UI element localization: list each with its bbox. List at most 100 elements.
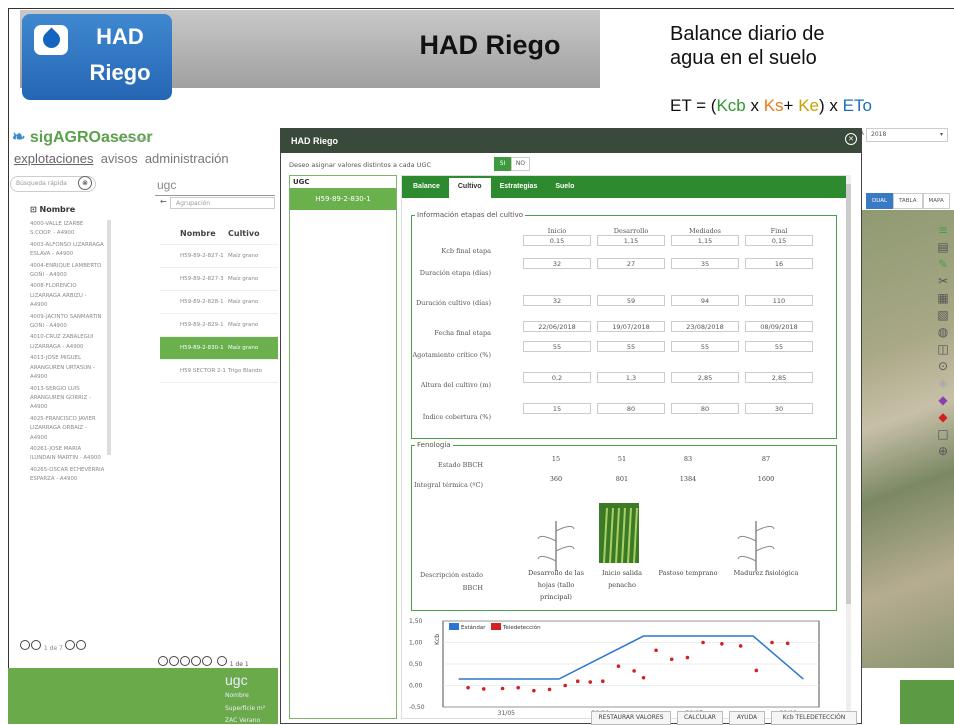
stage-value-input[interactable]: 80 bbox=[597, 403, 665, 414]
stage-value-input[interactable]: 08/09/2018 bbox=[745, 321, 813, 332]
search-icon[interactable] bbox=[158, 656, 168, 666]
cell-cultivo: Trigo Blando bbox=[228, 368, 262, 374]
list-item[interactable]: 4009-JACINTO SANMARTIN GOÑI - A4900 bbox=[30, 313, 105, 332]
stage-value-input[interactable]: 55 bbox=[745, 341, 813, 352]
modal-scroll-thumb[interactable] bbox=[846, 184, 851, 604]
stage-label-agotamiento: Agotamiento crítico (%) bbox=[412, 351, 491, 359]
stage-value-input[interactable]: 55 bbox=[671, 341, 739, 352]
nav-explotaciones[interactable]: explotaciones bbox=[14, 151, 94, 166]
stage-value-input[interactable]: 55 bbox=[597, 341, 665, 352]
ugc-selected-item[interactable]: H59-89-2-830-1 bbox=[290, 188, 396, 210]
stage-value-input[interactable]: 1,15 bbox=[671, 235, 739, 246]
prev-page-icon[interactable] bbox=[216, 656, 227, 666]
stage-value-input[interactable]: 32 bbox=[523, 258, 591, 269]
list-item[interactable]: 4010-CRUZ ZABALEGUI LIZARRAGA - A4900 bbox=[30, 333, 105, 352]
list-item[interactable]: 4000-VALLE IZARBE S.COOP. - A4900 bbox=[30, 220, 105, 239]
stage-value-input[interactable]: 55 bbox=[523, 341, 591, 352]
next-page-icon[interactable] bbox=[64, 640, 75, 650]
export-icon[interactable]: ◫ bbox=[934, 341, 952, 358]
scissors-icon[interactable]: ✂ bbox=[934, 273, 952, 290]
stage-value-input[interactable]: 16 bbox=[745, 258, 813, 269]
settings-icon[interactable] bbox=[169, 656, 179, 666]
edit-icon[interactable]: ✎ bbox=[934, 256, 952, 273]
first-page-icon[interactable] bbox=[20, 640, 30, 650]
table-row[interactable]: H59-89-2-827-1 Maíz grano bbox=[160, 245, 278, 268]
restaurar-valores-button[interactable]: RESTAURAR VALORES bbox=[591, 711, 671, 725]
table-row[interactable]: H59-89-2-829-1 Maíz grano bbox=[160, 314, 278, 337]
grid-icon[interactable]: ▧ bbox=[934, 307, 952, 324]
stage-value-input[interactable]: 80 bbox=[671, 403, 739, 414]
map-edit-icon[interactable]: ▦ bbox=[934, 290, 952, 307]
stage-value-input[interactable]: 0,15 bbox=[745, 235, 813, 246]
ayuda-button[interactable]: AYUDA bbox=[729, 711, 765, 725]
delete-icon[interactable] bbox=[202, 656, 212, 666]
stage-value-input[interactable]: 1,15 bbox=[597, 235, 665, 246]
globe-icon[interactable]: ◍ bbox=[934, 324, 952, 341]
close-icon[interactable]: ✕ bbox=[845, 133, 857, 145]
list-item[interactable]: 40261-JOSE MARIA ILUNDAIN MARTIN - A4900 bbox=[30, 445, 105, 464]
nav-administracion[interactable]: administración bbox=[145, 151, 229, 166]
paint-icon[interactable]: ◆ bbox=[934, 392, 952, 409]
table-row[interactable]: H59-89-2-827-3 Maíz grano bbox=[160, 268, 278, 291]
teledeteccion-point bbox=[720, 641, 724, 646]
csv-icon[interactable] bbox=[180, 656, 190, 666]
teledeteccion-point bbox=[632, 669, 636, 673]
stage-value-input[interactable]: 2,85 bbox=[745, 372, 813, 383]
stage-value-input[interactable]: 15 bbox=[523, 403, 591, 414]
stage-value-input[interactable]: 110 bbox=[745, 295, 813, 306]
target-icon[interactable]: ⊙ bbox=[934, 358, 952, 375]
agrupacion-select[interactable]: Agrupación bbox=[170, 197, 275, 209]
si-button[interactable]: SI bbox=[494, 157, 511, 171]
list-item[interactable]: 4008-FLORENCIO LIZARRAGA ARBIZU - A4900 bbox=[30, 282, 105, 310]
ugc-search-input[interactable]: ugc bbox=[155, 178, 275, 196]
fill-icon[interactable]: ◆ bbox=[934, 409, 952, 426]
stage-value-input[interactable]: 2,85 bbox=[671, 372, 739, 383]
stage-value-input[interactable]: 27 bbox=[597, 258, 665, 269]
stage-value-input[interactable]: 30 bbox=[745, 403, 813, 414]
list-item[interactable]: 4013-SERGIO LUIS ARANGUREN GORRIZ - A490… bbox=[30, 385, 105, 413]
table-row[interactable]: H59-89-2-828-1 Maíz grano bbox=[160, 291, 278, 314]
year-select[interactable]: 2018 ▾ bbox=[866, 128, 948, 142]
save-icon[interactable] bbox=[191, 656, 201, 666]
clear-search-icon[interactable]: ⊗ bbox=[78, 176, 92, 190]
stage-value-input[interactable]: 0,2 bbox=[523, 372, 591, 383]
menu-icon[interactable]: ≡ bbox=[934, 222, 952, 239]
kcb-teledeteccion-button[interactable]: Kcb TELEDETECCIÓN bbox=[771, 711, 857, 725]
tab-balance[interactable]: Balance bbox=[404, 178, 449, 198]
world-icon[interactable]: ⊕ bbox=[934, 443, 952, 460]
stage-value-input[interactable]: 23/08/2018 bbox=[671, 321, 739, 332]
list-item[interactable]: 4025-FRANCISCO JAVIER LIZARRAGA ORBAIZ -… bbox=[30, 415, 105, 443]
layers-icon[interactable]: ▤ bbox=[934, 239, 952, 256]
teledeteccion-point bbox=[516, 685, 520, 690]
nav-avisos[interactable]: avisos bbox=[101, 151, 138, 166]
stage-header: Mediados bbox=[688, 227, 722, 235]
tab-tabla[interactable]: TABLA bbox=[893, 193, 923, 209]
eraser-icon[interactable]: ◈ bbox=[934, 375, 952, 392]
back-arrow-icon[interactable]: ← bbox=[160, 197, 167, 206]
stage-value-input[interactable]: 32 bbox=[523, 295, 591, 306]
last-page-icon[interactable] bbox=[75, 640, 86, 650]
stage-value-input[interactable]: 35 bbox=[671, 258, 739, 269]
table-row[interactable]: H59-89-2-830-1 Maíz grano bbox=[160, 337, 278, 360]
stage-value-input[interactable]: 94 bbox=[671, 295, 739, 306]
stage-value-input[interactable]: 19/07/2018 bbox=[597, 321, 665, 332]
list-item[interactable]: 4013-JOSE MIGUEL ARANGUREN URTASUN - A49… bbox=[30, 354, 105, 382]
square-icon[interactable]: □ bbox=[934, 426, 952, 443]
list-item[interactable]: 40265-OSCAR ECHEVERRIA ESPARZA - A4900 bbox=[30, 466, 105, 485]
tab-dual[interactable]: DUAL bbox=[866, 193, 894, 209]
stage-value-input[interactable]: 59 bbox=[597, 295, 665, 306]
tab-estrategias[interactable]: Estrategias bbox=[491, 178, 547, 198]
calcular-button[interactable]: CALCULAR bbox=[677, 711, 723, 725]
list-item[interactable]: 4004-ENRIQUE LAMBERTO GOÑI - A4900 bbox=[30, 262, 105, 281]
stage-value-input[interactable]: 22/06/2018 bbox=[523, 321, 591, 332]
stage-value-input[interactable]: 0,15 bbox=[523, 235, 591, 246]
table-row[interactable]: H59 SECTOR 2-1 Trigo Blando bbox=[160, 360, 278, 383]
tab-suelo[interactable]: Suelo bbox=[546, 178, 583, 198]
left-scrollbar[interactable] bbox=[107, 220, 111, 455]
list-item[interactable]: 4003-ALFONSO LIZARRAGA ESLAVA - A4900 bbox=[30, 241, 105, 260]
tab-mapa[interactable]: MAPA bbox=[922, 193, 950, 209]
tab-cultivo[interactable]: Cultivo bbox=[448, 178, 491, 198]
prev-page-icon[interactable] bbox=[31, 640, 41, 650]
no-button[interactable]: NO bbox=[511, 157, 530, 171]
stage-value-input[interactable]: 1,3 bbox=[597, 372, 665, 383]
